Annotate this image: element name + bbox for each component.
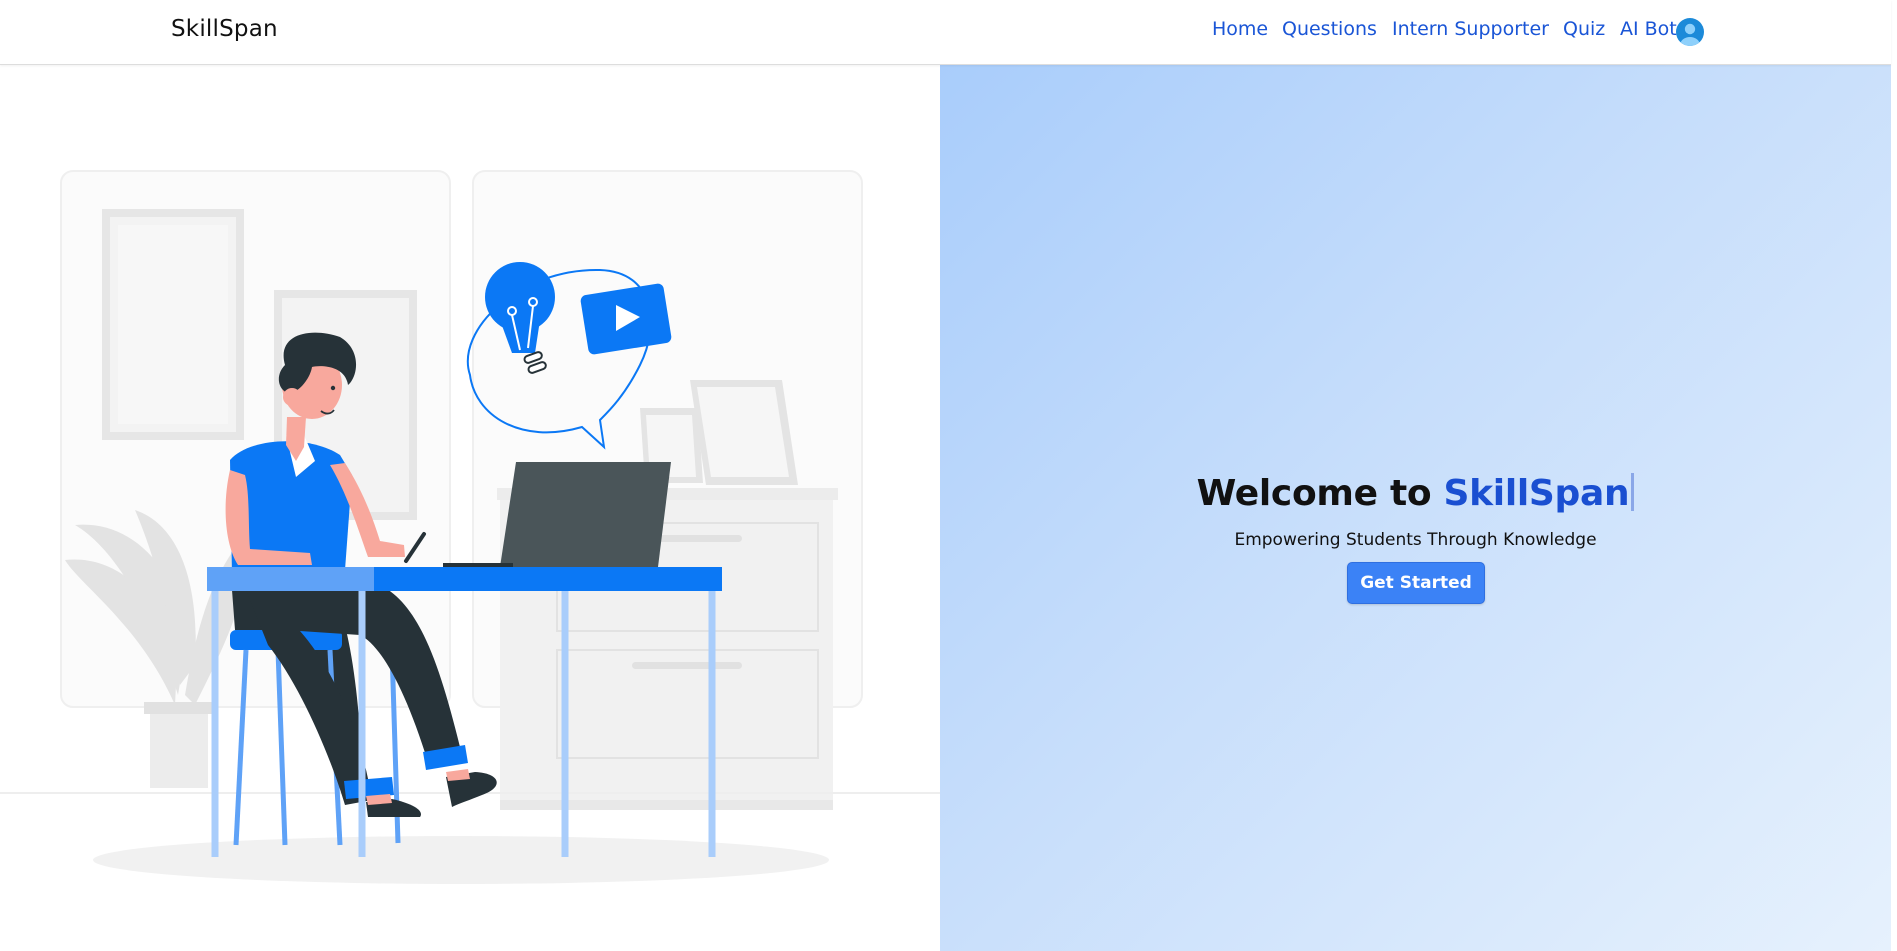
page: SkillSpan Home Questions Intern Supporte…: [0, 0, 1891, 951]
navbar: SkillSpan Home Questions Intern Supporte…: [0, 0, 1891, 65]
nav-link-intern-supporter[interactable]: Intern Supporter: [1392, 18, 1549, 40]
hero-subtitle: Empowering Students Through Knowledge: [1234, 530, 1597, 550]
nav-link-home[interactable]: Home: [1212, 18, 1268, 40]
hero-title-prefix: Welcome to: [1196, 473, 1444, 514]
hero-section: Welcome to SkillSpan Empowering Students…: [940, 65, 1891, 951]
nav-link-quiz[interactable]: Quiz: [1563, 18, 1605, 40]
floor-shadow: [93, 836, 829, 884]
nav-link-ai-bot[interactable]: AI Bot: [1620, 18, 1677, 40]
nav-link-questions[interactable]: Questions: [1282, 18, 1377, 40]
scrollbar[interactable]: [1891, 0, 1897, 951]
hero-title-accent: SkillSpan: [1443, 473, 1630, 514]
user-avatar-icon[interactable]: [1676, 18, 1704, 46]
typing-cursor: [1631, 473, 1635, 511]
get-started-button[interactable]: Get Started: [1347, 562, 1485, 604]
brand-logo[interactable]: SkillSpan: [171, 16, 278, 42]
hero-illustration: [0, 65, 940, 951]
hero-title: Welcome to SkillSpan: [940, 473, 1891, 514]
